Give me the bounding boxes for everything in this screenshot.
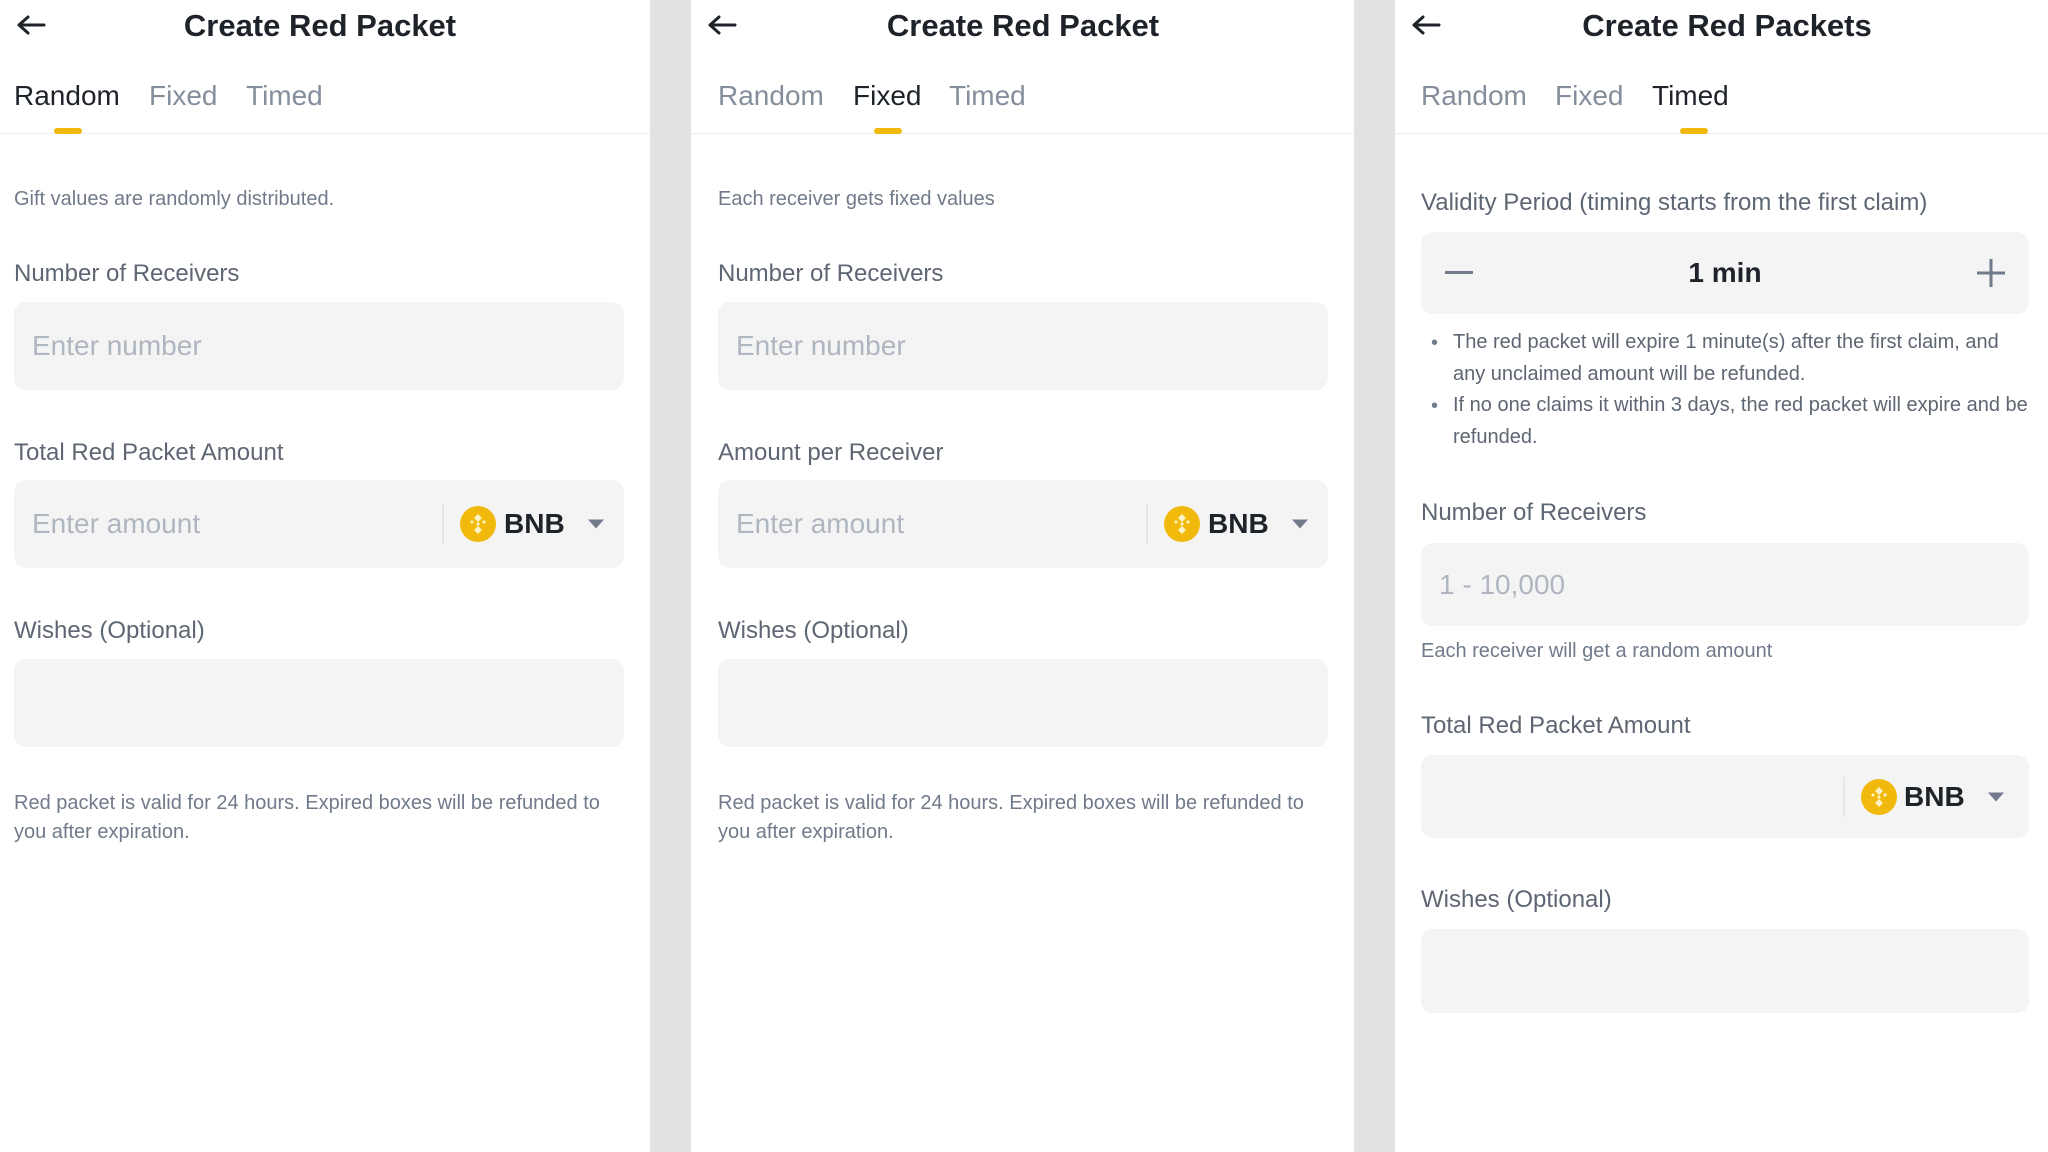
receivers-hint: Each receiver will get a random amount xyxy=(1421,640,1773,662)
tab-bar: Random Fixed Timed xyxy=(691,78,1354,134)
wishes-input[interactable] xyxy=(718,659,1328,747)
receivers-input[interactable]: Enter number xyxy=(14,302,624,390)
tab-timed[interactable]: Timed xyxy=(246,80,323,112)
header: Create Red Packet xyxy=(0,0,650,54)
arrow-left-icon xyxy=(1412,15,1441,35)
tab-random[interactable]: Random xyxy=(1421,80,1527,112)
bnb-coin-icon xyxy=(460,506,496,542)
validity-value: 1 min xyxy=(1688,257,1762,288)
tab-timed[interactable]: Timed xyxy=(949,80,1026,112)
validity-note: Red packet is valid for 24 hours. Expire… xyxy=(14,792,600,843)
coin-name: BNB xyxy=(1904,780,1965,812)
active-tab-indicator xyxy=(874,128,902,134)
header: Create Red Packets xyxy=(1395,0,2048,54)
receivers-placeholder: Enter number xyxy=(32,330,202,361)
tab-fixed[interactable]: Fixed xyxy=(853,80,921,112)
bnb-coin-icon xyxy=(1861,778,1897,815)
receivers-input[interactable]: Enter number xyxy=(718,302,1328,390)
active-tab-indicator xyxy=(1680,128,1708,134)
validity-stepper: 1 min xyxy=(1421,232,2029,314)
arrow-left-icon xyxy=(17,15,46,35)
minus-icon xyxy=(1445,271,1473,274)
amount-input[interactable]: Enter amount BNB xyxy=(718,480,1328,568)
amount-placeholder: Enter amount xyxy=(736,508,905,539)
page-title: Create Red Packet xyxy=(183,8,457,43)
validity-bullet-1: The red packet will expire 1 minute(s) a… xyxy=(1453,331,1999,385)
plus-icon xyxy=(1977,259,2005,287)
coin-name: BNB xyxy=(1208,508,1269,539)
amount-input[interactable]: BNB xyxy=(1421,755,2029,838)
receivers-label: Number of Receivers xyxy=(14,260,240,287)
back-button[interactable] xyxy=(14,8,48,42)
active-tab-indicator xyxy=(54,128,82,134)
increment-button[interactable] xyxy=(1971,253,2011,293)
mode-hint: Each receiver gets fixed values xyxy=(718,188,995,210)
tab-bar: Random Fixed Timed xyxy=(0,78,650,134)
amount-label: Total Red Packet Amount xyxy=(14,439,284,466)
panel-random: Create Red Packet Random Fixed Timed Gif… xyxy=(0,0,650,1152)
panel-timed: Create Red Packets Random Fixed Timed Va… xyxy=(1395,0,2048,1152)
tab-random[interactable]: Random xyxy=(14,80,120,112)
caret-down-icon[interactable] xyxy=(1988,792,2004,801)
header: Create Red Packet xyxy=(691,0,1354,54)
caret-down-icon[interactable] xyxy=(1292,519,1308,529)
bullet-dot: • xyxy=(1431,395,1439,417)
tab-fixed[interactable]: Fixed xyxy=(149,80,217,112)
receivers-placeholder: 1 - 10,000 xyxy=(1439,568,1566,600)
receivers-label: Number of Receivers xyxy=(1421,499,1647,526)
field-divider xyxy=(1146,504,1148,544)
bullet-dot: • xyxy=(1431,332,1439,354)
panel-fixed: Create Red Packet Random Fixed Timed Eac… xyxy=(691,0,1354,1152)
validity-bullet-2: If no one claims it within 3 days, the r… xyxy=(1453,394,2028,448)
amount-label: Amount per Receiver xyxy=(718,439,944,466)
page-title: Create Red Packet xyxy=(886,8,1160,43)
page-title: Create Red Packets xyxy=(1582,8,1872,43)
coin-name: BNB xyxy=(504,508,565,539)
validity-note: Red packet is valid for 24 hours. Expire… xyxy=(718,792,1304,843)
tab-bar: Random Fixed Timed xyxy=(1395,78,2048,134)
field-divider xyxy=(1843,777,1845,817)
bnb-coin-icon xyxy=(1164,506,1200,542)
receivers-label: Number of Receivers xyxy=(718,260,944,287)
caret-down-icon[interactable] xyxy=(588,519,604,529)
wishes-label: Wishes (Optional) xyxy=(718,617,909,644)
back-button[interactable] xyxy=(1409,8,1443,42)
amount-label: Total Red Packet Amount xyxy=(1421,712,1691,739)
back-button[interactable] xyxy=(705,8,739,42)
mode-hint: Gift values are randomly distributed. xyxy=(14,188,335,210)
arrow-left-icon xyxy=(708,15,737,35)
tab-fixed[interactable]: Fixed xyxy=(1555,80,1623,112)
wishes-label: Wishes (Optional) xyxy=(1421,886,1612,913)
receivers-placeholder: Enter number xyxy=(736,330,906,361)
field-divider xyxy=(442,504,444,544)
wishes-label: Wishes (Optional) xyxy=(14,617,205,644)
amount-input[interactable]: Enter amount BNB xyxy=(14,480,624,568)
wishes-input[interactable] xyxy=(14,659,624,747)
tab-random[interactable]: Random xyxy=(718,80,824,112)
tab-timed[interactable]: Timed xyxy=(1652,80,1729,112)
receivers-input[interactable]: 1 - 10,000 xyxy=(1421,543,2029,626)
wishes-input[interactable] xyxy=(1421,929,2029,1013)
amount-placeholder: Enter amount xyxy=(32,508,201,539)
decrement-button[interactable] xyxy=(1439,253,1479,293)
validity-label: Validity Period (timing starts from the … xyxy=(1421,189,1928,216)
